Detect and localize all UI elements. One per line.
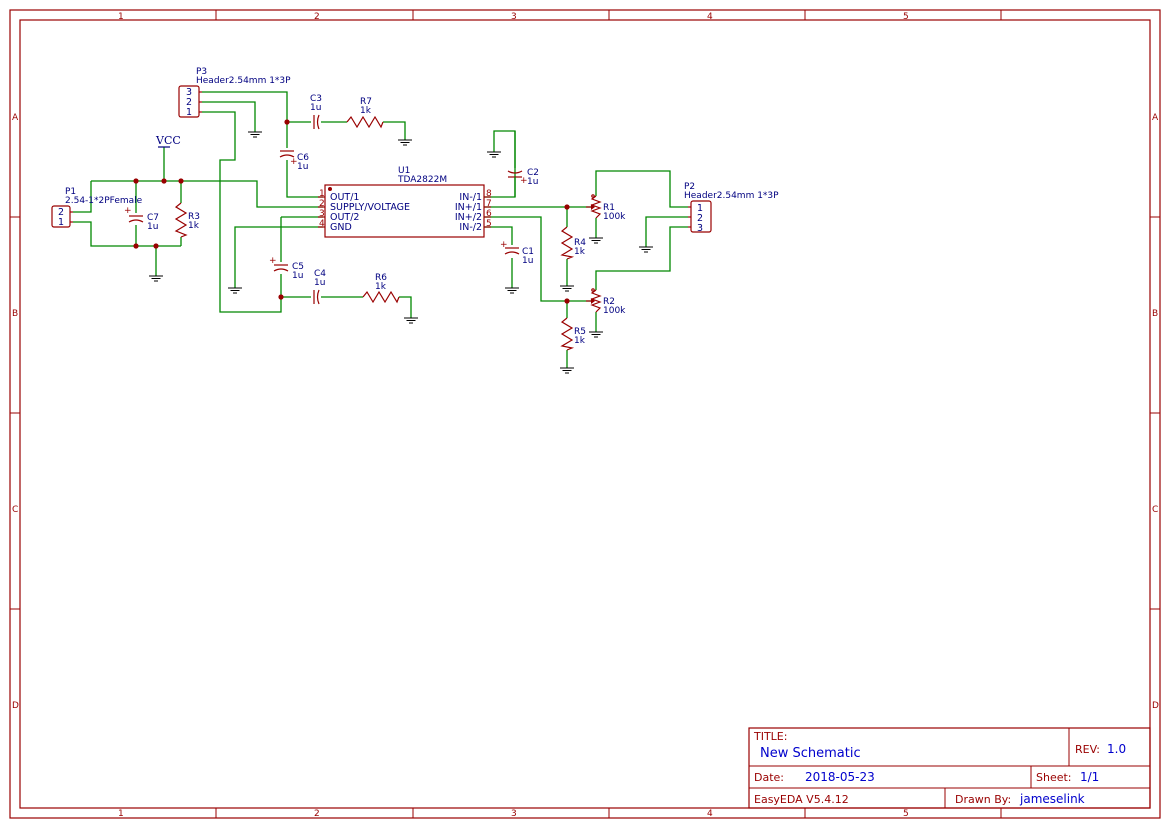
svg-text:+: + [269, 256, 277, 266]
capacitor-c6[interactable]: + C6 1u [279, 150, 309, 172]
zone-row-d: D [12, 701, 19, 711]
ic-u1[interactable]: 1 2 3 4 OUT/1 SUPPLY/VOLTAGE OUT/2 GND 8… [318, 166, 492, 238]
zone-row-c-right: C [1152, 505, 1158, 515]
header-p2[interactable]: 1 2 3 P2 Header2.54mm 1*3P [684, 182, 779, 234]
u1-pin6-num: 6 [486, 209, 492, 219]
u1-pin2-num: 2 [319, 199, 325, 209]
r4-value: 1k [574, 247, 586, 257]
r5-value: 1k [574, 336, 586, 346]
zone-col-4-bottom: 4 [707, 809, 713, 819]
zone-row-c: C [12, 505, 18, 515]
p1-value: 2.54-1*2PFemale [65, 196, 143, 206]
svg-text:+: + [500, 240, 508, 250]
vcc-netlabel: VCC [155, 134, 181, 148]
capacitor-c2[interactable]: + C2 1u [507, 168, 539, 197]
zone-row-a-right: A [1152, 113, 1159, 123]
u1-pin7-num: 7 [486, 199, 492, 209]
svg-text:+: + [124, 206, 132, 216]
date-label: Date: [754, 771, 784, 784]
zone-col-2-bottom: 2 [314, 809, 320, 819]
zone-col-4: 4 [707, 12, 713, 22]
c3-value: 1u [310, 103, 321, 113]
date-value: 2018-05-23 [805, 770, 875, 784]
c7-value: 1u [147, 222, 158, 232]
zone-row-a: A [12, 113, 19, 123]
p2-pin-3: 3 [697, 223, 703, 234]
sheet-label: Sheet: [1036, 771, 1072, 784]
p1-pin-1: 1 [58, 217, 64, 228]
zone-row-b-right: B [1152, 309, 1158, 319]
r2-value: 100k [603, 306, 626, 316]
r3-value: 1k [188, 221, 200, 231]
title-block: TITLE: New Schematic REV: 1.0 Date: 2018… [748, 727, 1151, 809]
resistor-r6[interactable]: R6 1k [362, 273, 400, 304]
zone-row-b: B [12, 309, 18, 319]
potentiometer-r1[interactable]: R1 100k [586, 194, 626, 222]
sheet-frame: 1 2 3 4 5 1 2 3 4 5 A B C D A B C D [9, 9, 1161, 819]
schematic-sheet: 1 2 3 4 5 1 2 3 4 5 A B C D A B C D VCC … [9, 9, 1161, 819]
zone-col-2: 2 [314, 12, 320, 22]
vcc-label: VCC [155, 134, 181, 147]
u1-pin5-name: IN-/2 [459, 222, 482, 233]
resistor-r5[interactable]: R5 1k [560, 317, 586, 351]
capacitor-c4[interactable]: C4 1u [313, 269, 326, 305]
zone-col-3-bottom: 3 [511, 809, 517, 819]
c1-value: 1u [522, 256, 533, 266]
sheet-value: 1/1 [1080, 770, 1099, 784]
capacitor-c3[interactable]: C3 1u [310, 94, 322, 130]
capacitor-c5[interactable]: + C5 1u [269, 256, 304, 281]
resistor-r4[interactable]: R4 1k [560, 226, 586, 260]
zone-col-5: 5 [903, 12, 909, 22]
drawn-by-value: jameselink [1019, 792, 1085, 806]
rev-label: REV: [1075, 743, 1100, 756]
c2-value: 1u [527, 177, 538, 187]
zone-col-1: 1 [118, 12, 124, 22]
u1-pin1-num: 1 [319, 189, 325, 199]
u1-value: TDA2822M [397, 175, 447, 185]
r6-value: 1k [375, 282, 387, 292]
capacitor-c1[interactable]: + C1 1u [500, 240, 534, 266]
u1-pin4-num: 4 [319, 219, 325, 229]
zone-col-5-bottom: 5 [903, 809, 909, 819]
p3-pin-1: 1 [186, 107, 192, 118]
zone-col-1-bottom: 1 [118, 809, 124, 819]
u1-pin8-num: 8 [486, 189, 492, 199]
software-version: EasyEDA V5.4.12 [754, 793, 849, 806]
p2-value: Header2.54mm 1*3P [684, 191, 779, 201]
schematic-title: New Schematic [760, 746, 861, 761]
title-label: TITLE: [753, 730, 787, 743]
resistor-r7[interactable]: R7 1k [346, 97, 384, 129]
p3-value: Header2.54mm 1*3P [196, 76, 291, 86]
rev-value: 1.0 [1107, 742, 1126, 756]
capacitor-c7[interactable]: + C7 1u [124, 206, 159, 232]
zone-row-d-right: D [1152, 701, 1159, 711]
u1-pin4-name: GND [330, 222, 352, 233]
u1-pin3-num: 3 [319, 209, 325, 219]
u1-pin5-num: 5 [486, 219, 492, 229]
drawn-by-label: Drawn By: [955, 793, 1011, 806]
zone-col-3: 3 [511, 12, 517, 22]
c4-value: 1u [314, 278, 325, 288]
c6-value: 1u [297, 162, 308, 172]
potentiometer-r2[interactable]: R2 100k [586, 288, 626, 316]
resistor-r3[interactable]: R3 1k [174, 202, 200, 238]
r1-value: 100k [603, 212, 626, 222]
r7-value: 1k [360, 106, 372, 116]
c5-value: 1u [292, 271, 303, 281]
